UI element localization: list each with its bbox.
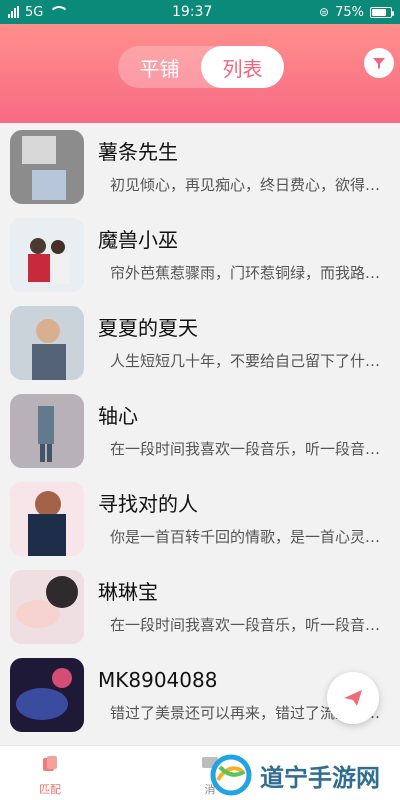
user-signature: 在一段时间我喜欢一段音乐，听一段音乐... <box>110 439 390 458</box>
watermark: 道宁手游网 <box>210 750 400 800</box>
status-bar: 5G 19:37 ⊜ 75% <box>0 0 400 24</box>
list-item[interactable]: 寻找对的人 你是一首百转千回的情歌，是一首心灵的... <box>0 475 400 563</box>
header: 平铺 列表 <box>0 24 400 123</box>
battery-icon <box>370 6 394 18</box>
watermark-logo <box>210 754 252 796</box>
user-list: 薯条先生 初见倾心，再见痴心，终日费心，欲得芳... 魔兽小巫 帘外芭蕉惹骤雨，… <box>0 123 400 745</box>
user-signature: 人生短短几十年，不要给自己留下了什么... <box>110 351 390 370</box>
list-item[interactable]: 薯条先生 初见倾心，再见痴心，终日费心，欲得芳... <box>0 123 400 211</box>
send-icon <box>344 690 362 706</box>
avatar <box>10 394 84 468</box>
cards-icon <box>43 756 57 771</box>
battery-percent: 75% <box>335 4 364 20</box>
user-signature: 你是一首百转千回的情歌，是一首心灵的... <box>110 527 390 546</box>
lock-rotation-icon: ⊜ <box>319 5 330 19</box>
network-type: 5G <box>25 4 44 20</box>
avatar <box>10 570 84 644</box>
list-item[interactable]: 魔兽小巫 帘外芭蕉惹骤雨，门环惹铜绿，而我路过... <box>0 211 400 299</box>
view-toggle: 平铺 列表 <box>118 46 284 88</box>
send-button[interactable] <box>327 672 379 724</box>
avatar <box>10 658 84 732</box>
avatar <box>10 482 84 556</box>
list-item[interactable]: 琳琳宝 在一段时间我喜欢一段音乐，听一段音乐... <box>0 563 400 651</box>
user-name: 薯条先生 <box>98 139 178 164</box>
user-signature: 初见倾心，再见痴心，终日费心，欲得芳... <box>110 175 390 194</box>
tab-tile[interactable]: 平铺 <box>118 46 201 88</box>
user-name: 寻找对的人 <box>98 491 198 516</box>
avatar <box>10 306 84 380</box>
tab-list[interactable]: 列表 <box>201 46 284 88</box>
nav-match-label: 匹配 <box>39 783 61 796</box>
user-name: 琳琳宝 <box>98 579 158 604</box>
user-signature: 帘外芭蕉惹骤雨，门环惹铜绿，而我路过... <box>110 263 390 282</box>
filter-button[interactable] <box>364 48 394 78</box>
clock: 19:37 <box>172 4 213 20</box>
avatar <box>10 218 84 292</box>
signal-icon <box>8 6 19 18</box>
user-name: 夏夏的夏天 <box>98 315 198 340</box>
wifi-icon <box>49 6 70 18</box>
avatar <box>10 130 84 204</box>
status-right: ⊜ 75% <box>319 4 394 20</box>
user-name: 轴心 <box>98 403 138 428</box>
nav-match[interactable]: 匹配 <box>20 754 80 797</box>
status-left: 5G <box>8 4 70 20</box>
list-item[interactable]: 夏夏的夏天 人生短短几十年，不要给自己留下了什么... <box>0 299 400 387</box>
user-name: 魔兽小巫 <box>98 227 178 252</box>
filter-icon <box>373 58 385 69</box>
list-item[interactable]: 轴心 在一段时间我喜欢一段音乐，听一段音乐... <box>0 387 400 475</box>
watermark-text: 道宁手游网 <box>260 763 380 792</box>
user-signature: 在一段时间我喜欢一段音乐，听一段音乐... <box>110 615 390 634</box>
